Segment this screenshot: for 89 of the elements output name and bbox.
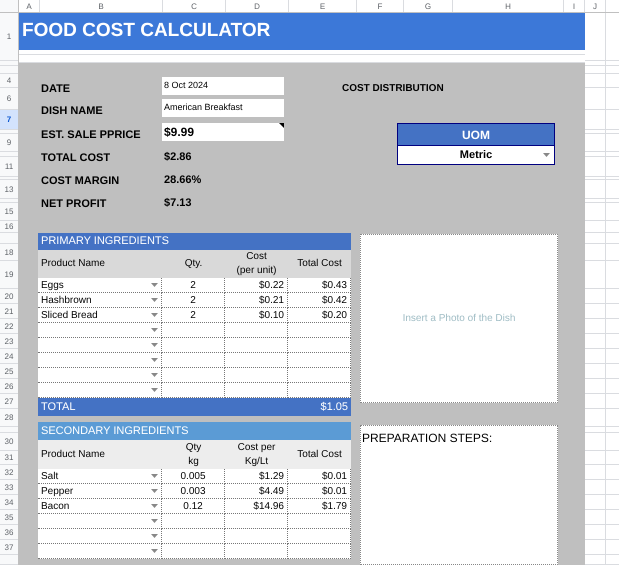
row-header[interactable]: 33	[0, 480, 18, 495]
row-header[interactable]: 25	[0, 364, 18, 379]
column-header: Qty.	[184, 257, 204, 271]
column-header: Cost per Kg/Lt	[236, 440, 276, 468]
row-header[interactable]: 6	[0, 88, 18, 110]
column-header[interactable]: D	[226, 0, 289, 12]
caret-icon[interactable]	[151, 474, 158, 478]
row-header[interactable]: 32	[0, 465, 18, 480]
row-header[interactable]: 15	[0, 203, 18, 221]
row-header[interactable]: 9	[0, 134, 18, 152]
row-header[interactable]: 18	[0, 244, 18, 261]
caret-icon[interactable]	[151, 549, 158, 553]
section-label: COST DISTRIBUTION	[342, 82, 445, 96]
row-header[interactable]: 20	[0, 289, 18, 304]
row-header[interactable]: 19	[0, 261, 18, 289]
row-header[interactable]: 37	[0, 540, 18, 555]
row-header[interactable]: 21	[0, 304, 18, 319]
column-header: Qty kg	[184, 440, 202, 468]
column-header[interactable]: I	[564, 0, 585, 12]
row-header[interactable]: 24	[0, 349, 18, 364]
row-header[interactable]: 26	[0, 379, 18, 394]
caret-icon[interactable]	[151, 373, 158, 377]
caret-icon[interactable]	[151, 298, 158, 302]
row-header[interactable]: 35	[0, 510, 18, 525]
total-value: $1.05	[320, 400, 348, 415]
row-header[interactable]: 11	[0, 157, 18, 177]
column-header[interactable]: H	[453, 0, 564, 12]
row-header[interactable]: 27	[0, 394, 18, 409]
caret-icon[interactable]	[151, 343, 158, 347]
caret-icon[interactable]	[151, 388, 158, 392]
field-label: TOTAL COST	[40, 151, 112, 166]
comment-marker-icon	[279, 123, 284, 128]
row-header[interactable]: 1	[0, 13, 18, 61]
text-field[interactable]: American Breakfast	[162, 99, 284, 117]
text-field[interactable]: 8 Oct 2024	[162, 77, 284, 95]
column-header[interactable]: J	[585, 0, 606, 12]
value-text: 28.66%	[163, 173, 202, 188]
section-header: SECONDARY INGREDIENTS	[38, 422, 351, 440]
field-label: NET PROFIT	[40, 197, 108, 210]
price-field[interactable]: $9.99	[162, 123, 284, 141]
value-text: $2.86	[163, 150, 192, 165]
preparation-title: PREPARATION STEPS:	[362, 431, 492, 445]
caret-icon[interactable]	[543, 153, 550, 157]
row-header[interactable]: 30	[0, 433, 18, 451]
title-banner: FOOD COST CALCULATOR	[19, 13, 585, 50]
field-label: DATE	[40, 82, 72, 97]
row-header[interactable]: 36	[0, 525, 18, 540]
row-header[interactable]: 4	[0, 74, 18, 88]
row-header[interactable]: 16	[0, 221, 18, 233]
row-header[interactable]: 31	[0, 451, 18, 465]
product-cell[interactable]	[38, 544, 162, 559]
photo-hint: Insert a Photo of the Dish	[402, 312, 516, 326]
table-cell	[288, 544, 351, 559]
field-label: EST. SALE PPRICE	[40, 128, 142, 143]
row-header[interactable]: 28	[0, 409, 18, 427]
section-header: PRIMARY INGREDIENTS	[38, 233, 351, 250]
caret-icon[interactable]	[151, 534, 158, 538]
row-header[interactable]: 34	[0, 495, 18, 510]
column-header[interactable]: C	[163, 0, 226, 12]
caret-icon[interactable]	[151, 504, 158, 508]
total-label: TOTAL	[41, 400, 76, 415]
preparation-box[interactable]: PREPARATION STEPS:	[360, 425, 558, 565]
value-text: $7.13	[163, 196, 192, 210]
row-header[interactable]: 7	[0, 110, 18, 130]
row-header[interactable]: 22	[0, 319, 18, 334]
column-header[interactable]: E	[289, 0, 357, 12]
field-label: COST MARGIN	[40, 174, 120, 189]
caret-icon[interactable]	[151, 313, 158, 317]
column-header: Total Cost	[296, 257, 343, 271]
caret-icon[interactable]	[151, 489, 158, 493]
table-cell	[162, 544, 225, 559]
caret-icon[interactable]	[151, 358, 158, 362]
column-header[interactable]: B	[40, 0, 163, 12]
caret-icon[interactable]	[151, 283, 158, 287]
uom-header: UOM	[398, 124, 554, 146]
table-cell	[225, 544, 288, 559]
column-header: Product Name	[40, 257, 106, 271]
row-header[interactable]: 13	[0, 180, 18, 199]
uom-dropdown[interactable]: Metric	[398, 146, 554, 164]
column-header[interactable]: A	[19, 0, 40, 12]
column-header: Cost (per unit)	[235, 250, 278, 278]
column-header[interactable]: F	[357, 0, 404, 12]
row-header[interactable]: 23	[0, 334, 18, 349]
column-header[interactable]: G	[404, 0, 453, 12]
column-header: Product Name	[40, 448, 106, 462]
caret-icon[interactable]	[151, 519, 158, 523]
caret-icon[interactable]	[151, 328, 158, 332]
column-header: Total Cost	[296, 448, 343, 462]
field-label: DISH NAME	[40, 104, 104, 119]
